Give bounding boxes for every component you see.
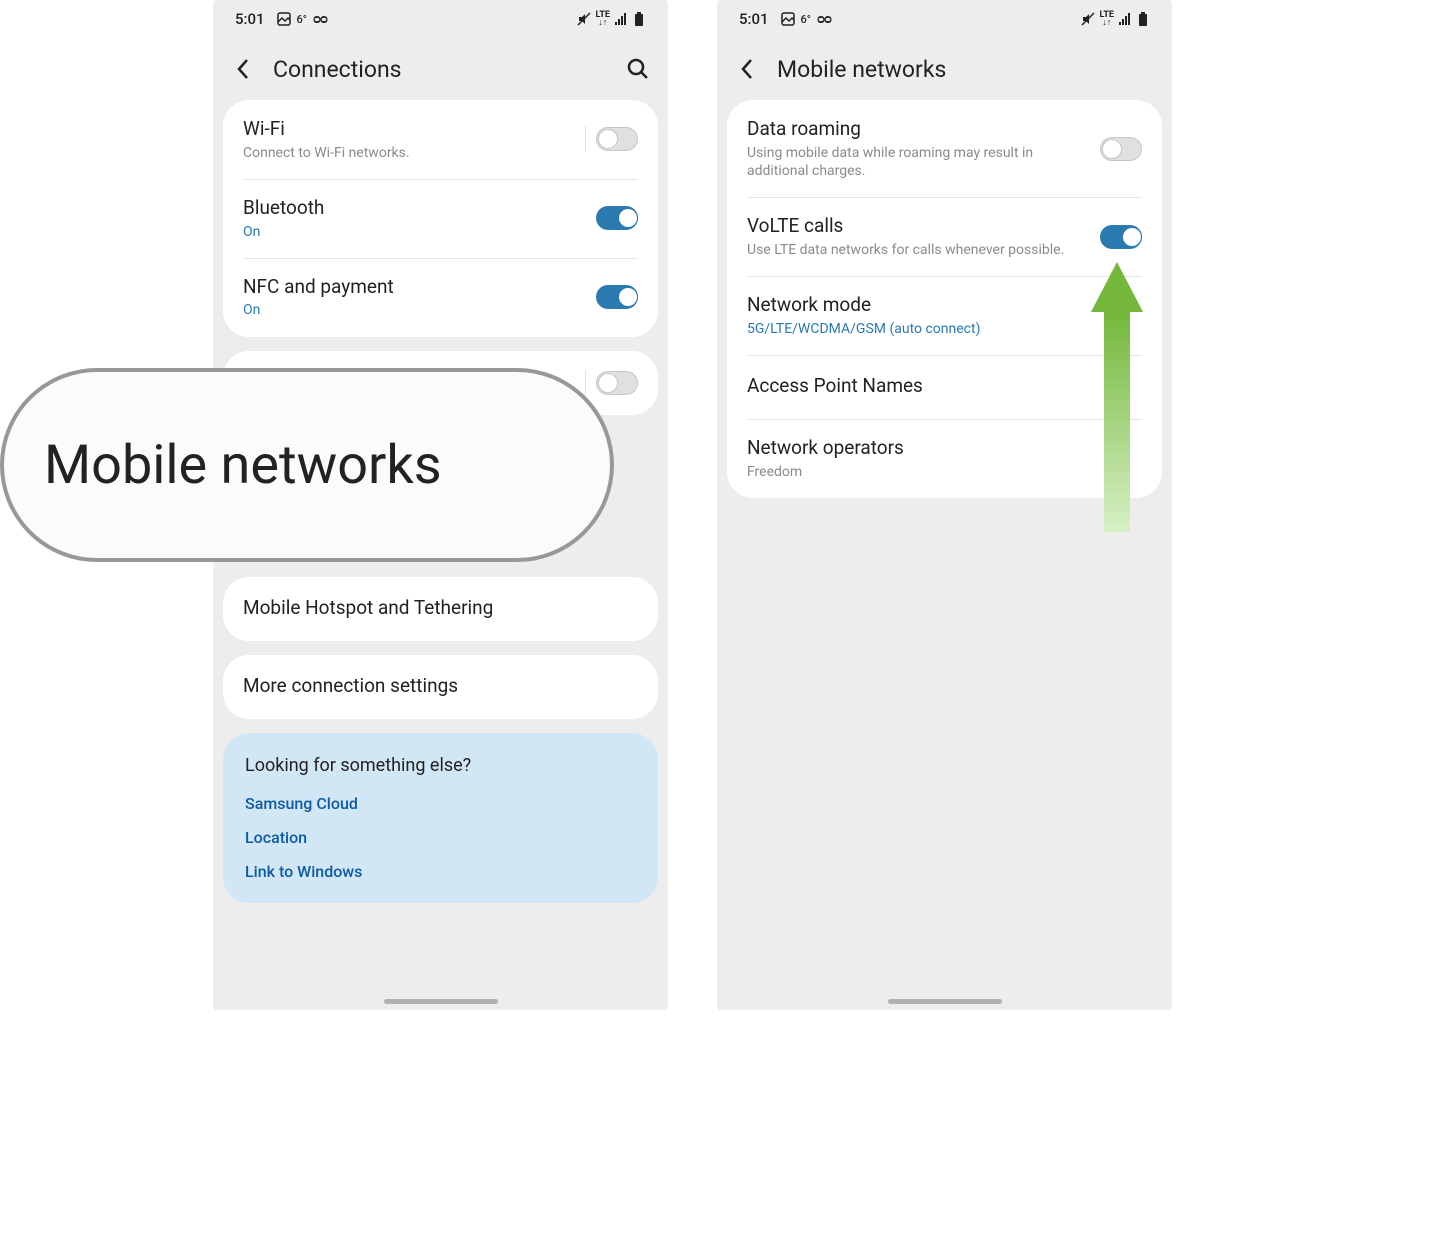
image-icon [277,12,291,26]
s1g4-row-0[interactable]: More connection settings [223,655,658,719]
toggle-switch[interactable] [1100,225,1142,249]
row-subtitle: On [243,223,586,241]
weather-temp: 6° [801,13,811,26]
toggle-divider [585,370,586,396]
page-title: Connections [273,56,608,83]
row-title: Network operators [747,436,1142,461]
signal-icon [1118,12,1132,26]
suggestion-link-1[interactable]: Location [245,828,636,847]
row-title: Wi-Fi [243,117,575,142]
status-bar: 5:01 6° ᴑᴑ LTE↓↑ [717,0,1172,38]
battery-icon [632,12,646,26]
toggle-switch[interactable] [596,127,638,151]
mute-icon [1081,12,1095,26]
row-title: Bluetooth [243,196,586,221]
voicemail-icon: ᴑᴑ [313,11,327,27]
s1g1-row-1[interactable]: Bluetooth On [223,179,658,258]
s2g1-row-0[interactable]: Data roamingUsing mobile data while roam… [727,100,1162,197]
suggestions-card: Looking for something else? Samsung Clou… [223,733,658,903]
voicemail-icon: ᴑᴑ [817,11,831,27]
row-title: Access Point Names [747,374,1142,399]
s1g1-row-2[interactable]: NFC and paymentOn [223,258,658,337]
row-subtitle: On [243,301,586,319]
suggestion-link-2[interactable]: Link to Windows [245,862,636,881]
network-lte: LTE↓↑ [1099,11,1114,27]
search-button[interactable] [626,57,650,81]
row-subtitle: 5G/LTE/WCDMA/GSM (auto connect) [747,320,1142,338]
image-icon [781,12,795,26]
app-bar: Mobile networks [717,38,1172,100]
row-title: Network mode [747,293,1142,318]
toggle-switch[interactable] [596,206,638,230]
row-title: NFC and payment [243,275,586,300]
back-button[interactable] [735,57,759,81]
back-button[interactable] [231,57,255,81]
clock: 5:01 [235,10,265,28]
status-bar: 5:01 6° ᴑᴑ LTE↓↑ [213,0,668,38]
callout-mobile-networks: Mobile networks [0,368,614,562]
suggestions-heading: Looking for something else? [245,755,636,776]
toggle-switch[interactable] [1100,137,1142,161]
nav-handle[interactable] [888,999,1002,1004]
row-subtitle: Use LTE data networks for calls whenever… [747,241,1090,259]
toggle-switch[interactable] [596,371,638,395]
page-title: Mobile networks [777,56,1154,83]
callout-label: Mobile networks [44,434,442,497]
annotation-arrow [1091,262,1143,532]
mute-icon [577,12,591,26]
signal-icon [614,12,628,26]
app-bar: Connections [213,38,668,100]
row-subtitle: Using mobile data while roaming may resu… [747,144,1090,180]
clock: 5:01 [739,10,769,28]
row-subtitle: Freedom [747,463,1142,481]
row-title: VoLTE calls [747,214,1090,239]
row-title: Data roaming [747,117,1090,142]
s1g1-row-0[interactable]: Wi-Fi Connect to Wi-Fi networks. [223,100,658,179]
row-title: More connection settings [243,674,638,699]
row-subtitle: Connect to Wi-Fi networks. [243,144,575,162]
network-lte: LTE↓↑ [595,11,610,27]
toggle-divider [585,126,586,152]
toggle-switch[interactable] [596,285,638,309]
row-title: Mobile Hotspot and Tethering [243,596,638,621]
battery-icon [1136,12,1150,26]
nav-handle[interactable] [384,999,498,1004]
weather-temp: 6° [297,13,307,26]
s1g3-row-0[interactable]: Mobile Hotspot and Tethering [223,577,658,641]
suggestion-link-0[interactable]: Samsung Cloud [245,794,636,813]
